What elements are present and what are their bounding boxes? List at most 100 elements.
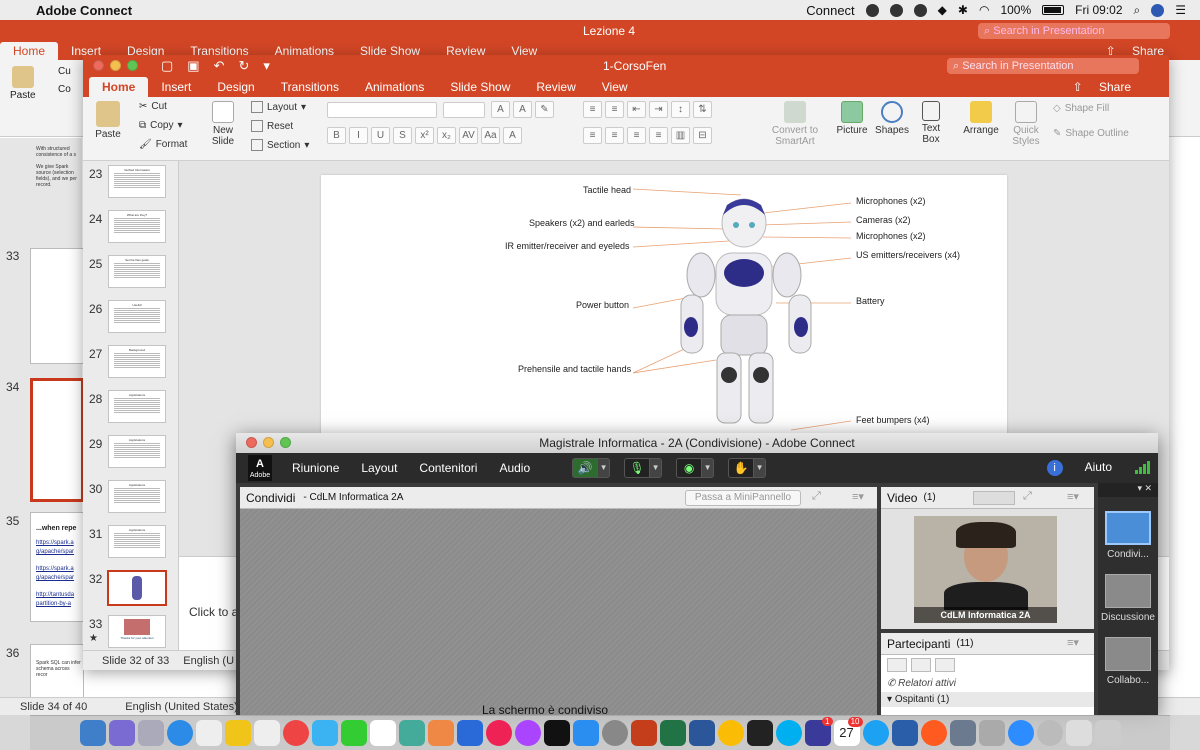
teams-icon[interactable]: 1	[804, 717, 833, 746]
slide-thumbnail[interactable]: Verified Information	[108, 165, 166, 198]
twitter-icon[interactable]	[862, 720, 889, 746]
camera-icon[interactable]	[865, 3, 879, 17]
slide-thumbnail[interactable]: Set the files guide	[108, 255, 166, 288]
reset-button[interactable]: Reset	[251, 120, 293, 132]
battery-icon[interactable]	[1042, 5, 1065, 15]
bluetooth-icon[interactable]: ✱	[958, 3, 968, 17]
share-button[interactable]: ⇧ Share	[1060, 80, 1157, 97]
menu-audio[interactable]: Audio	[499, 461, 530, 475]
shrink-font-button[interactable]: A	[513, 101, 532, 118]
text-box-button[interactable]: Text Box	[917, 101, 945, 145]
case-button[interactable]: Aa	[481, 127, 500, 144]
terminal-icon[interactable]	[746, 720, 773, 746]
calendar-icon[interactable]: 27 10	[833, 717, 863, 746]
justify-button[interactable]: ≡	[649, 127, 668, 144]
outdent-button[interactable]: ⇤	[627, 101, 646, 118]
system-preferences-icon[interactable]	[601, 720, 628, 746]
tab-view[interactable]: View	[589, 80, 641, 97]
connect-app-icon[interactable]	[949, 720, 976, 746]
messages-icon[interactable]	[311, 720, 338, 746]
align-right-button[interactable]: ≡	[627, 127, 646, 144]
tab-transitions[interactable]: Transitions	[268, 80, 352, 97]
clear-format-button[interactable]: ✎	[535, 101, 554, 118]
chevron-down-icon[interactable]: ▼	[702, 458, 715, 478]
powerpoint-icon[interactable]	[630, 720, 657, 746]
line-spacing-button[interactable]: ↕	[671, 101, 690, 118]
slide-thumbnail[interactable]	[30, 248, 84, 364]
firefox-icon[interactable]	[920, 720, 947, 746]
align-left-button[interactable]: ≡	[583, 127, 602, 144]
siri-icon[interactable]	[108, 720, 135, 746]
video-feed[interactable]: CdLM Informatica 2A	[914, 516, 1057, 623]
tv-icon[interactable]	[543, 720, 570, 746]
clock[interactable]: Fri 09:02	[1075, 3, 1122, 17]
pod-menu-icon[interactable]: ≡▾	[852, 490, 864, 503]
tab-insert[interactable]: Insert	[148, 80, 204, 97]
tab-review[interactable]: Review	[523, 80, 588, 97]
numbers-icon[interactable]	[398, 720, 425, 746]
slide-thumbnail[interactable]: Applications	[108, 390, 166, 423]
picture-button[interactable]: Picture	[835, 101, 869, 136]
tab-home[interactable]: Home	[0, 42, 59, 60]
pod-menu-icon[interactable]: ≡▾	[1067, 490, 1079, 503]
excel-icon[interactable]	[659, 720, 686, 746]
slide-thumbnail-selected[interactable]	[30, 378, 84, 502]
minimize-button[interactable]	[110, 60, 121, 71]
facetime-icon[interactable]	[340, 720, 367, 746]
chevron-down-icon[interactable]: ▼	[754, 458, 767, 478]
slide-thumbnail[interactable]: Applications	[108, 480, 166, 513]
minimize-button[interactable]	[263, 437, 274, 448]
sync-icon[interactable]	[913, 3, 927, 17]
strikethrough-button[interactable]: S	[393, 127, 412, 144]
safari-icon[interactable]	[166, 720, 193, 746]
photos-icon[interactable]	[282, 720, 309, 746]
cut-button[interactable]: Cu	[58, 66, 71, 77]
wifi-icon[interactable]: ◠	[979, 3, 989, 17]
indent-button[interactable]: ⇥	[649, 101, 668, 118]
search-input[interactable]: ⌕ Search in Presentation	[978, 23, 1170, 39]
slide-thumbnail[interactable]: Applications	[108, 525, 166, 558]
copy-button[interactable]: ⧉ Copy ▾	[139, 120, 183, 131]
paste-button[interactable]: Paste	[93, 101, 123, 140]
trash-icon[interactable]	[1094, 720, 1121, 746]
active-app-name[interactable]: Adobe Connect	[36, 3, 132, 18]
quick-styles-button[interactable]: Quick Styles	[1009, 101, 1043, 147]
cut-button[interactable]: ✂ Cut	[139, 101, 167, 112]
slide-thumbnail[interactable]: Thanks for your attention	[108, 615, 166, 648]
convert-smartart-button[interactable]: Convert to SmartArt	[767, 101, 823, 147]
bold-button[interactable]: B	[327, 127, 346, 144]
align-text-button[interactable]: ⊟	[693, 127, 712, 144]
tab-home[interactable]: Home	[89, 77, 149, 97]
zoom-button[interactable]	[127, 60, 138, 71]
italic-button[interactable]: I	[349, 127, 368, 144]
align-center-button[interactable]: ≡	[605, 127, 624, 144]
microphone-icon[interactable]: 🎙	[624, 458, 651, 478]
keynote-icon[interactable]	[456, 720, 483, 746]
pages-icon[interactable]	[427, 720, 454, 746]
shapes-button[interactable]: Shapes	[875, 101, 909, 136]
fullscreen-icon[interactable]: ⤢	[812, 490, 821, 503]
spacing-button[interactable]: AV	[459, 127, 478, 144]
help-menu[interactable]: i Aiuto	[1046, 460, 1112, 476]
format-painter-button[interactable]: 🖌 Format	[139, 139, 187, 150]
text-direction-button[interactable]: ⇅	[693, 101, 712, 118]
fullscreen-icon[interactable]: ⤢	[1023, 490, 1032, 503]
highlight-button[interactable]: A	[503, 127, 522, 144]
tex-icon[interactable]	[1036, 720, 1063, 746]
chevron-down-icon[interactable]: ▼	[650, 458, 663, 478]
close-button[interactable]	[246, 437, 257, 448]
language-indicator[interactable]: English (U	[183, 655, 234, 667]
layout-thumb-collaborazione[interactable]	[1105, 637, 1151, 671]
paste-button[interactable]: Paste	[10, 66, 36, 101]
section-button[interactable]: Section ▾	[251, 139, 309, 151]
calibre-icon[interactable]	[891, 720, 918, 746]
zoom-icon[interactable]	[1007, 720, 1034, 746]
skype-icon[interactable]	[775, 720, 802, 746]
dropbox-icon[interactable]: ◆	[938, 3, 947, 17]
underline-button[interactable]: U	[371, 127, 390, 144]
utility-icon[interactable]	[978, 720, 1005, 746]
status-app-label[interactable]: Connect	[806, 3, 854, 18]
record-icon[interactable]	[889, 3, 903, 17]
grow-font-button[interactable]: A	[491, 101, 510, 118]
user-icon[interactable]	[1151, 3, 1165, 17]
